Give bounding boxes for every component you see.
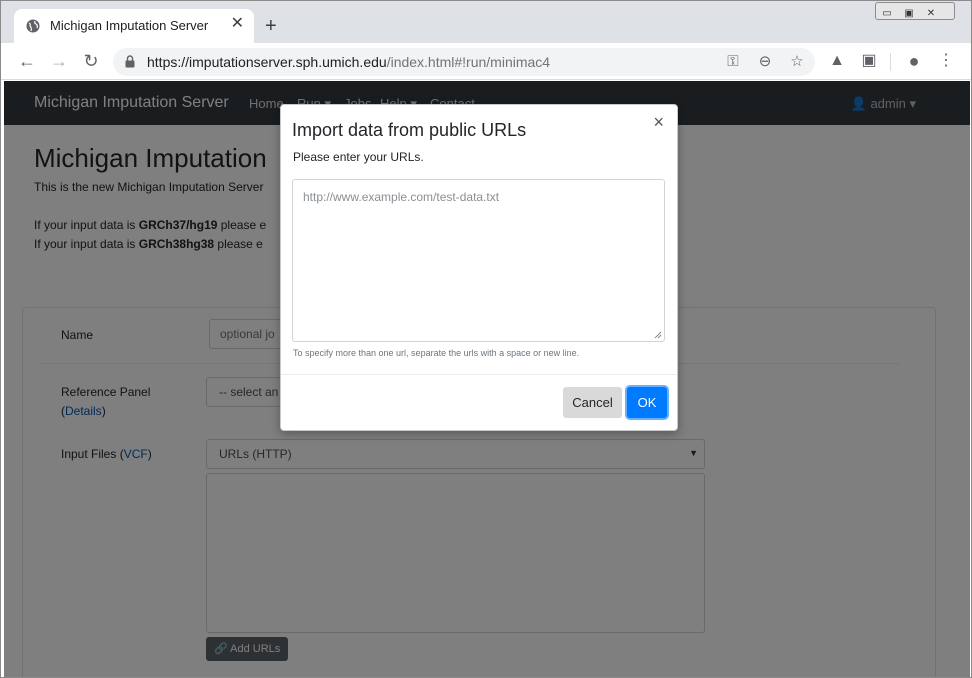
- modal-divider: [281, 374, 677, 375]
- url-path: /index.html#!run/minimac4: [386, 54, 551, 70]
- forward-icon[interactable]: →: [49, 51, 69, 71]
- new-tab-button[interactable]: +: [265, 16, 277, 36]
- ok-button[interactable]: OK: [627, 387, 667, 418]
- window-close-icon[interactable]: ✕: [920, 6, 942, 22]
- window-controls: ▭ ▣ ✕: [875, 2, 955, 20]
- key-icon[interactable]: ⚿: [723, 52, 743, 72]
- import-urls-modal: Import data from public URLs × Please en…: [280, 104, 678, 431]
- page-viewport: Michigan Imputation Server Home Run ▾ Jo…: [4, 81, 970, 677]
- extension-icon[interactable]: ▣: [859, 51, 879, 71]
- lock-icon: [125, 55, 135, 68]
- modal-help-text: To specify more than one url, separate t…: [293, 348, 580, 358]
- drive-icon[interactable]: ▲: [827, 51, 847, 71]
- tab-strip: Michigan Imputation Server ✕ + ▭ ▣ ✕: [1, 1, 971, 43]
- tab-close-icon[interactable]: ✕: [231, 16, 244, 32]
- back-icon[interactable]: ←: [17, 51, 37, 71]
- zoom-icon[interactable]: ⊖: [755, 52, 775, 72]
- reload-icon[interactable]: ↻: [81, 51, 101, 71]
- url-text: https://imputationserver.sph.umich.edu/i…: [147, 54, 550, 70]
- browser-toolbar: ← → ↻ https://imputationserver.sph.umich…: [1, 43, 971, 80]
- modal-title: Import data from public URLs: [292, 120, 527, 140]
- modal-subtitle: Please enter your URLs.: [293, 150, 424, 164]
- globe-icon: [26, 19, 40, 33]
- toolbar-separator: [890, 53, 891, 71]
- browser-window: Michigan Imputation Server ✕ + ▭ ▣ ✕ ← → ↻…: [0, 0, 972, 678]
- maximize-icon[interactable]: ▣: [898, 6, 920, 22]
- profile-icon[interactable]: ●: [904, 51, 924, 71]
- browser-tab[interactable]: Michigan Imputation Server ✕: [14, 9, 254, 43]
- urls-textarea[interactable]: http://www.example.com/test-data.txt: [292, 179, 665, 342]
- cancel-button[interactable]: Cancel: [563, 387, 622, 418]
- menu-icon[interactable]: ⋮: [936, 51, 956, 71]
- urls-placeholder: http://www.example.com/test-data.txt: [303, 190, 500, 204]
- address-bar[interactable]: https://imputationserver.sph.umich.edu/i…: [113, 48, 815, 76]
- tab-title: Michigan Imputation Server: [50, 18, 209, 33]
- modal-close-icon[interactable]: ×: [653, 113, 664, 131]
- star-icon[interactable]: ☆: [787, 52, 807, 72]
- minimize-icon[interactable]: ▭: [876, 6, 898, 22]
- resize-grip-icon[interactable]: [654, 331, 662, 339]
- url-host: https://imputationserver.sph.umich.edu: [147, 54, 387, 70]
